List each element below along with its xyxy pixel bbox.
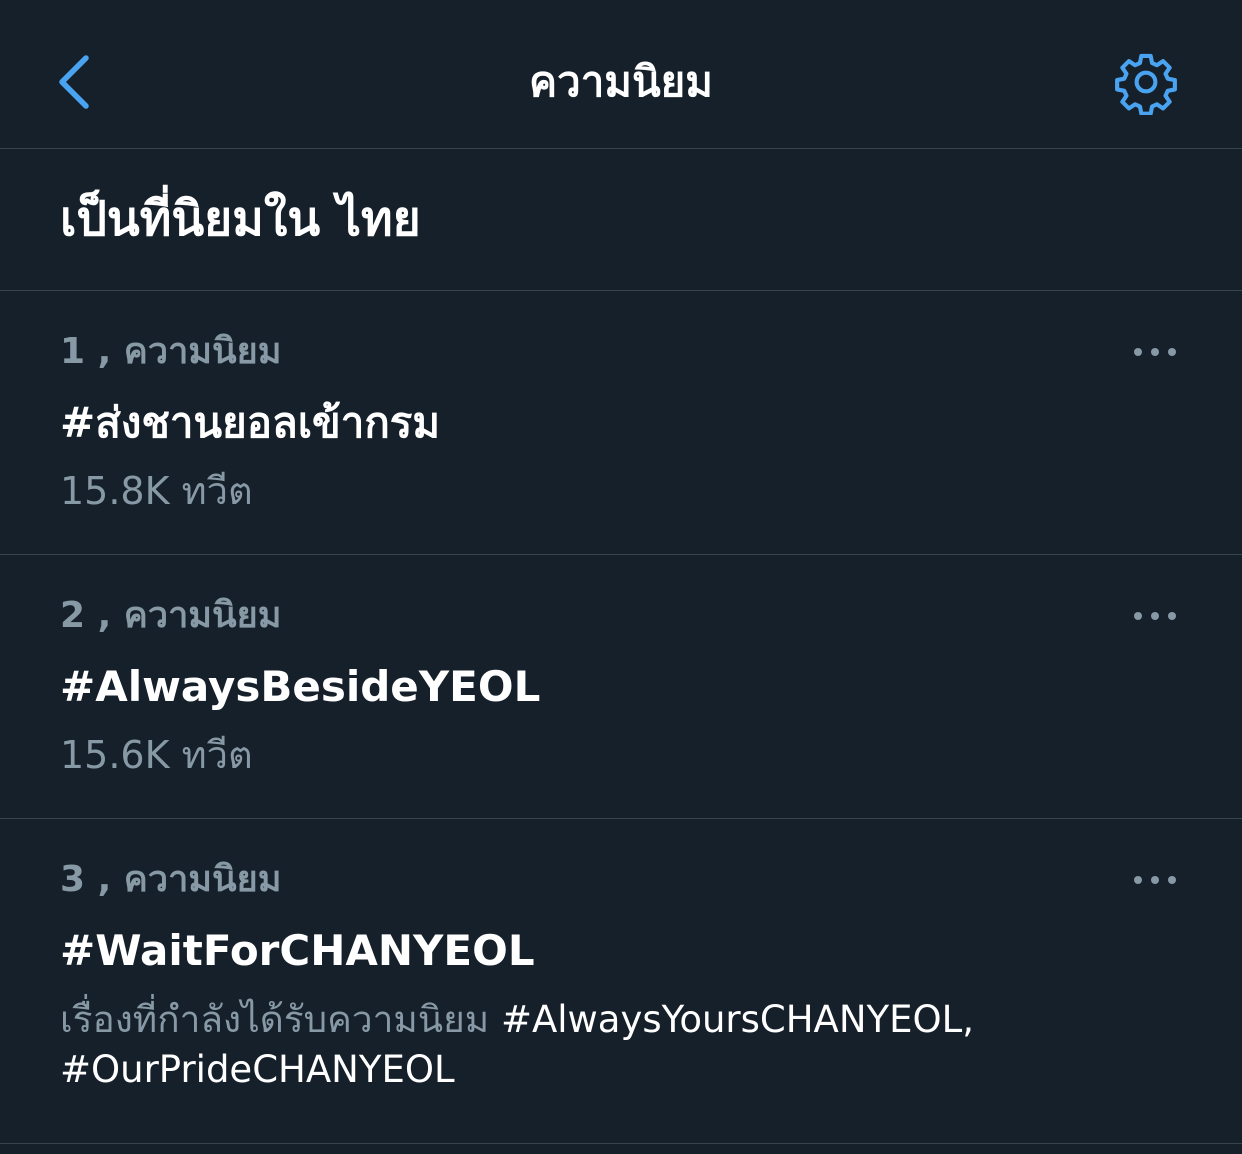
trend-context: 3 , ความนิยม (60, 859, 282, 900)
related-trends: เรื่องที่กำลังได้รับความนิยม #AlwaysYour… (60, 995, 1060, 1095)
gear-icon (1115, 53, 1177, 115)
more-dots-icon (1134, 876, 1176, 884)
trend-context: 2 , ความนิยม (60, 595, 282, 636)
trend-name[interactable]: #WaitForCHANYEOL (60, 923, 535, 979)
more-options-button[interactable] (1126, 595, 1184, 637)
trend-item[interactable]: 2 , ความนิยม #AlwaysBesideYEOL 15.6K ทวี… (0, 555, 1242, 819)
trend-list: 1 , ความนิยม #ส่งชานยอลเข้ากรม 15.8K ทวี… (0, 291, 1242, 1144)
trend-context: 1 , ความนิยม (60, 331, 282, 372)
section-title: เป็นที่นิยมใน ไทย (60, 191, 421, 247)
trend-name[interactable]: #ส่งชานยอลเข้ากรม (60, 395, 440, 451)
page-title: ความนิยม (529, 57, 713, 106)
trend-name[interactable]: #AlwaysBesideYEOL (60, 659, 540, 715)
trend-item[interactable]: 1 , ความนิยม #ส่งชานยอลเข้ากรม 15.8K ทวี… (0, 291, 1242, 555)
more-dots-icon (1134, 612, 1176, 620)
related-trends-label: เรื่องที่กำลังได้รับความนิยม (60, 998, 501, 1041)
more-options-button[interactable] (1126, 331, 1184, 373)
tweet-count: 15.6K ทวีต (60, 733, 253, 777)
top-nav-bar: ความนิยม (0, 0, 1242, 149)
settings-button[interactable] (1110, 46, 1182, 118)
bottom-spacer (0, 1144, 1242, 1154)
tweet-count: 15.8K ทวีต (60, 469, 253, 513)
more-options-button[interactable] (1126, 859, 1184, 901)
more-dots-icon (1134, 348, 1176, 356)
trend-item[interactable]: 3 , ความนิยม #WaitForCHANYEOL เรื่องที่ก… (0, 819, 1242, 1144)
trends-section-header: เป็นที่นิยมใน ไทย (0, 149, 1242, 291)
